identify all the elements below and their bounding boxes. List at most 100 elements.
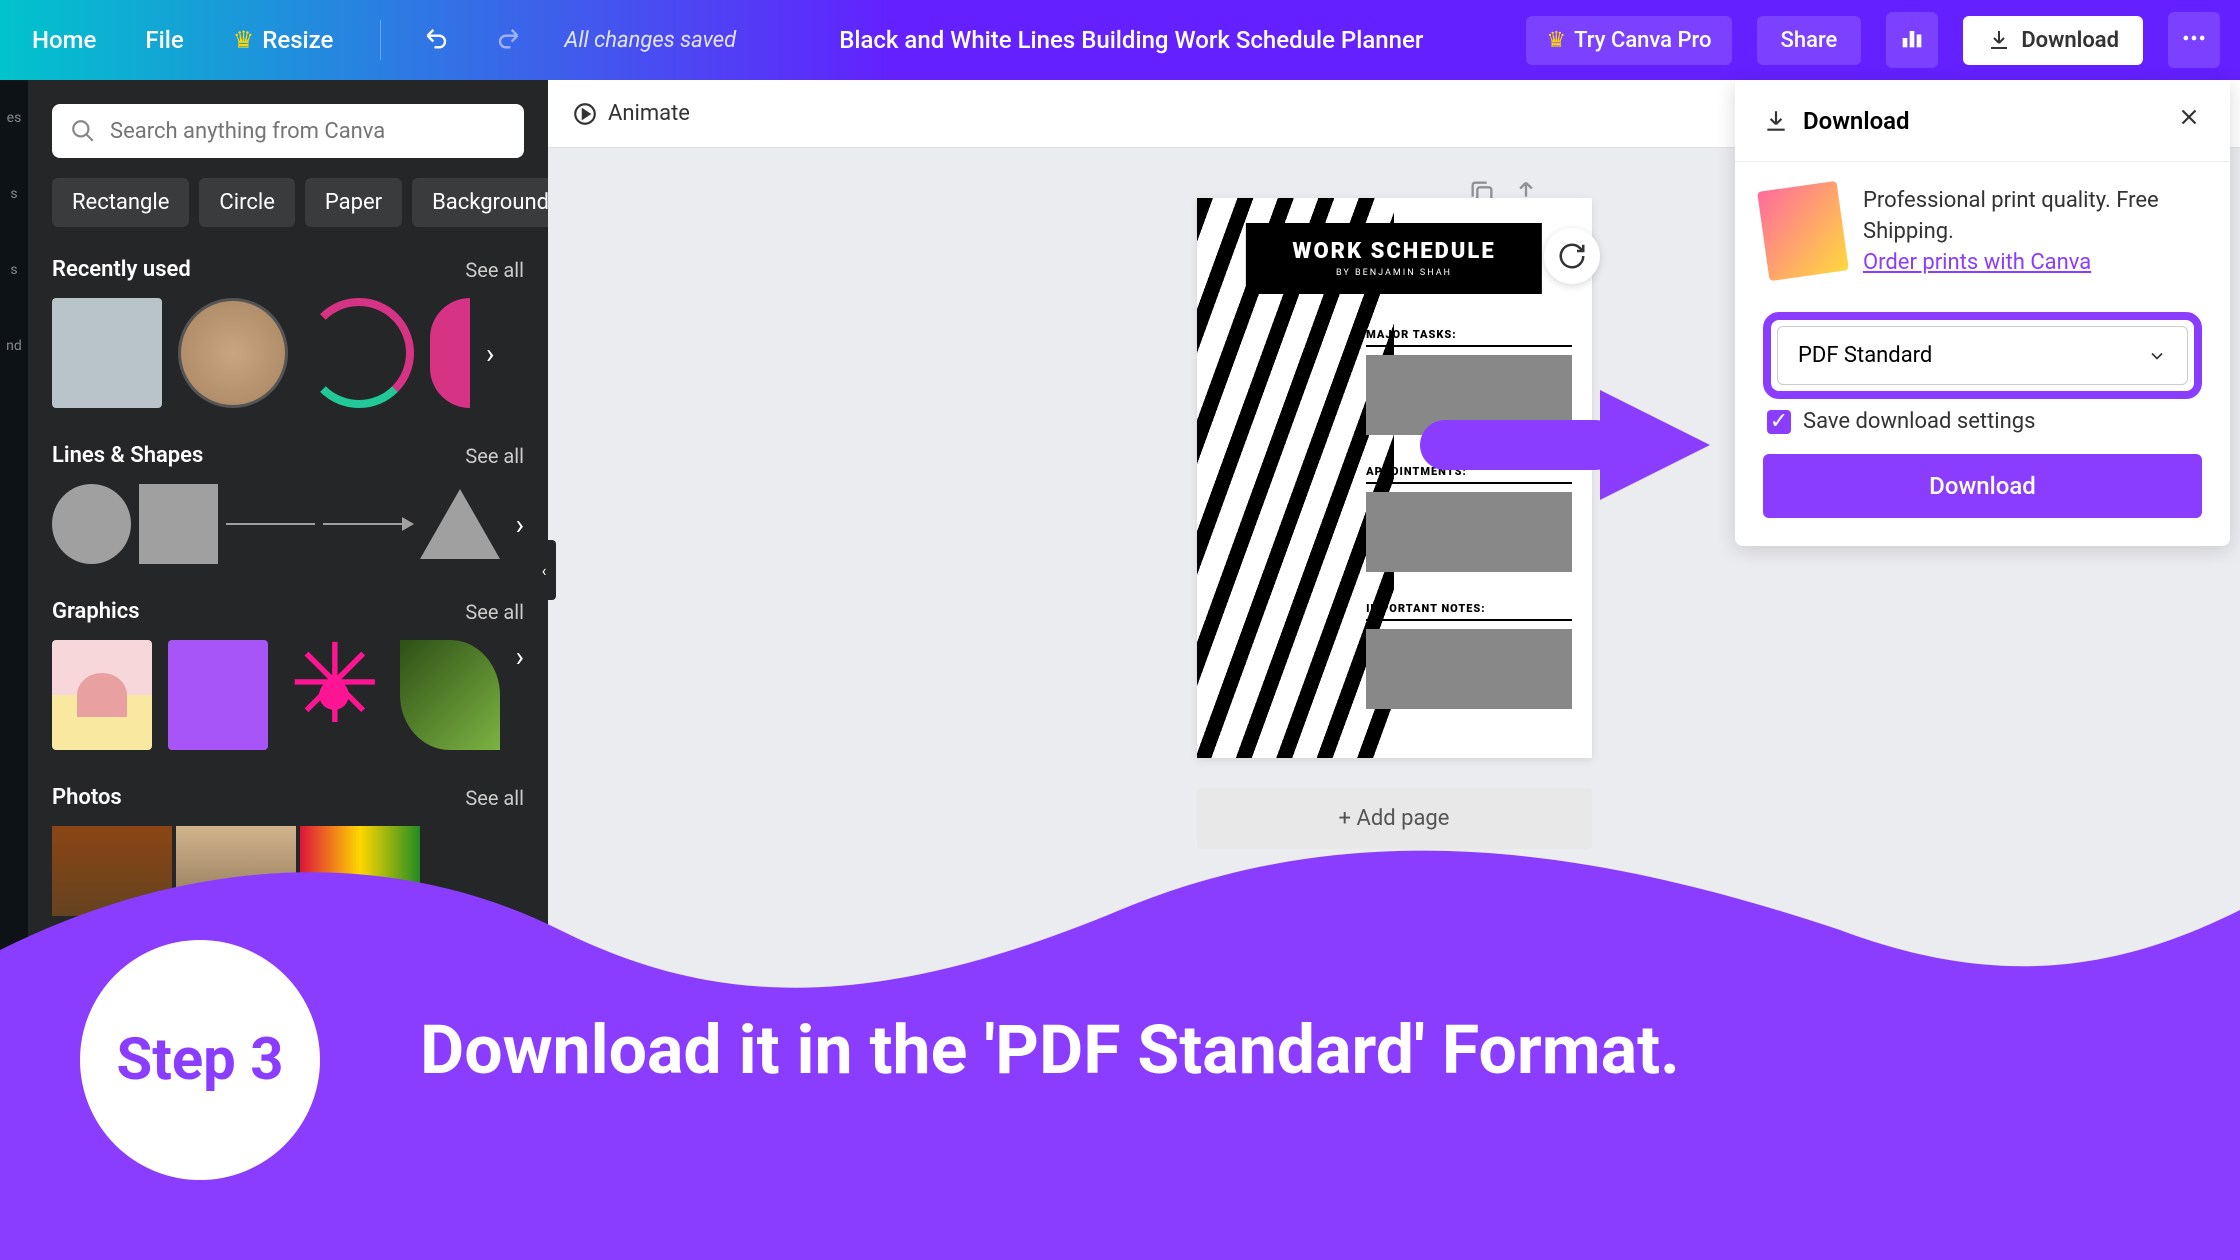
page-title: WORK SCHEDULE [1286, 239, 1502, 264]
chip-rectangle[interactable]: Rectangle [52, 178, 189, 227]
crown-icon: ♛ [233, 26, 255, 54]
promo-link[interactable]: Order prints with Canva [1863, 250, 2091, 275]
file-button[interactable]: File [133, 18, 195, 62]
rail-item[interactable]: s [10, 262, 17, 278]
graphics-items: › [52, 640, 524, 750]
instruction-text: Download it in the 'PDF Standard' Format… [420, 1010, 1680, 1090]
undo-icon [424, 24, 452, 52]
document-title[interactable]: Black and White Lines Building Work Sche… [761, 26, 1501, 54]
animate-icon [572, 101, 598, 127]
graphic-item[interactable] [284, 640, 384, 750]
shape-square[interactable] [139, 484, 218, 564]
rail-item[interactable]: es [7, 110, 22, 126]
section-title: Graphics [52, 599, 140, 624]
file-type-highlight: PDF Standard [1763, 312, 2202, 399]
saved-status: All changes saved [564, 28, 736, 53]
chart-icon [1898, 24, 1926, 52]
chip-paper[interactable]: Paper [305, 178, 402, 227]
graphic-item[interactable] [52, 640, 152, 750]
callout-arrow [1420, 380, 1720, 514]
search-input[interactable] [110, 119, 506, 144]
section-title: Recently used [52, 257, 191, 282]
arrow-icon [1420, 380, 1720, 510]
see-all-link[interactable]: See all [465, 600, 524, 624]
checkbox-checked-icon: ✓ [1767, 410, 1791, 434]
shape-circle[interactable] [52, 484, 131, 564]
download-icon [1987, 28, 2011, 52]
section-header: Photos See all [52, 785, 524, 810]
file-type-select[interactable]: PDF Standard [1777, 326, 2188, 385]
refresh-button[interactable] [1544, 228, 1600, 284]
share-button[interactable]: Share [1757, 16, 1862, 65]
download-label: Download [2021, 28, 2119, 53]
graphic-item[interactable] [400, 640, 500, 750]
chevron-right-icon[interactable]: › [516, 508, 524, 541]
shapes-items: › [52, 484, 524, 564]
close-icon [2176, 104, 2202, 130]
step-badge: Step 3 [80, 940, 320, 1180]
file-type-value: PDF Standard [1798, 343, 1932, 368]
insights-button[interactable] [1886, 12, 1938, 68]
promo-message: Professional print quality. Free Shippin… [1863, 188, 2159, 244]
home-button[interactable]: Home [20, 18, 108, 62]
chevron-right-icon[interactable]: › [516, 640, 524, 750]
redo-button[interactable] [485, 16, 529, 64]
graphic-item[interactable] [168, 640, 268, 750]
shape-line[interactable] [226, 523, 315, 525]
see-all-link[interactable]: See all [465, 444, 524, 468]
recent-element[interactable] [52, 298, 162, 408]
download-submit-button[interactable]: Download [1763, 454, 2202, 518]
shape-arrow[interactable] [323, 523, 412, 525]
more-button[interactable] [2168, 12, 2220, 68]
search-box[interactable] [52, 104, 524, 158]
crown-icon: ♛ [1546, 28, 1566, 53]
rail-item[interactable]: s [10, 186, 17, 202]
panel-body: PDF Standard ✓ Save download settings Do… [1735, 312, 2230, 546]
resize-button[interactable]: ♛ Resize [221, 18, 346, 62]
content-box [1366, 629, 1571, 709]
redo-icon [493, 24, 521, 52]
close-button[interactable] [2176, 104, 2202, 137]
step-label: Step 3 [117, 1026, 284, 1094]
divider [380, 20, 381, 60]
section-title: Photos [52, 785, 122, 810]
panel-title: Download [1803, 107, 1910, 135]
panel-toggle[interactable]: ‹ [532, 540, 556, 600]
checkbox-label: Save download settings [1803, 409, 2036, 434]
refresh-icon [1557, 241, 1587, 271]
animate-button[interactable]: Animate [572, 101, 690, 127]
recent-element[interactable] [304, 298, 414, 408]
recent-items: › [52, 298, 524, 408]
recent-element[interactable] [430, 298, 470, 408]
chip-row: Rectangle Circle Paper Background › [52, 178, 524, 227]
see-all-link[interactable]: See all [465, 258, 524, 282]
section-title: Lines & Shapes [52, 443, 203, 468]
tutorial-overlay: Step 3 Download it in the 'PDF Standard'… [0, 830, 2240, 1260]
section-label: MAJOR TASKS: [1366, 328, 1571, 347]
dots-icon [2180, 24, 2208, 52]
section-header: Lines & Shapes See all [52, 443, 524, 468]
download-button[interactable]: Download [1963, 16, 2143, 65]
animate-label: Animate [608, 101, 690, 126]
chip-background[interactable]: Background [412, 178, 548, 227]
resize-label: Resize [262, 26, 333, 54]
see-all-link[interactable]: See all [465, 786, 524, 810]
chevron-down-icon [2147, 346, 2167, 366]
rail-item[interactable]: nd [6, 338, 22, 354]
try-pro-button[interactable]: ♛ Try Canva Pro [1526, 16, 1731, 65]
download-icon [1763, 108, 1789, 134]
promo-image [1757, 181, 1849, 281]
page-subtitle: BY BENJAMIN SHAH [1286, 268, 1502, 278]
undo-button[interactable] [416, 16, 460, 64]
section-label: IMPORTANT NOTES: [1366, 602, 1571, 621]
try-pro-label: Try Canva Pro [1574, 28, 1711, 53]
recent-element[interactable] [178, 298, 288, 408]
chevron-right-icon[interactable]: › [486, 337, 494, 370]
promo-section: Professional print quality. Free Shippin… [1735, 162, 2230, 302]
save-settings-checkbox[interactable]: ✓ Save download settings [1767, 409, 2202, 434]
page-header: WORK SCHEDULE BY BENJAMIN SHAH [1246, 223, 1542, 294]
promo-text: Professional print quality. Free Shippin… [1863, 186, 2202, 278]
download-panel: Download Professional print quality. Fre… [1735, 80, 2230, 546]
shape-triangle[interactable] [420, 489, 500, 559]
chip-circle[interactable]: Circle [199, 178, 294, 227]
